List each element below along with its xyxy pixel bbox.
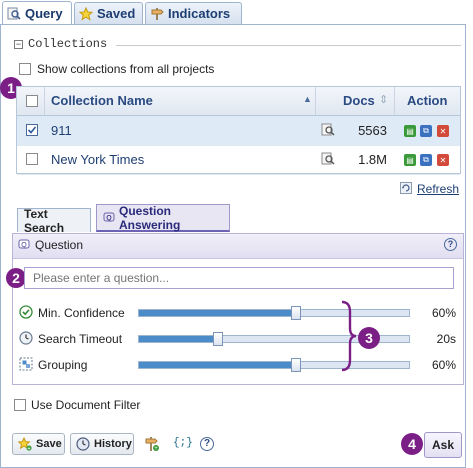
table-row[interactable]: 911 5563 ▤ ⧉ ✕ <box>17 116 460 146</box>
question-title: Question <box>35 238 84 252</box>
slider-fill <box>139 362 296 368</box>
tab-label: Indicators <box>168 6 231 21</box>
inspect-icon[interactable] <box>321 123 335 140</box>
collapse-icon[interactable]: − <box>14 40 23 49</box>
show-all-label: Show collections from all projects <box>37 62 215 76</box>
tab-text-search[interactable]: Text Search <box>17 207 91 235</box>
slider-value: 60% <box>431 358 456 372</box>
tab-indicators[interactable]: Indicators <box>145 2 242 24</box>
select-all-checkbox[interactable] <box>26 95 38 107</box>
ask-button[interactable]: Ask <box>424 432 462 458</box>
star-icon <box>79 6 93 21</box>
svg-text:+: + <box>28 446 31 451</box>
question-input[interactable] <box>24 267 454 289</box>
check-circle-icon <box>19 305 33 322</box>
column-header-docs[interactable]: Docs <box>343 93 375 108</box>
callout-badge-4: 4 <box>401 433 423 455</box>
open-icon[interactable]: ▤ <box>404 154 416 166</box>
tab-saved[interactable]: Saved <box>74 2 143 24</box>
signpost-icon <box>150 7 164 21</box>
min-confidence-slider[interactable] <box>138 306 410 320</box>
delete-icon[interactable]: ✕ <box>437 154 449 166</box>
section-divider <box>116 45 461 46</box>
save-label: Save <box>36 438 62 450</box>
copy-icon[interactable]: ⧉ <box>420 125 432 137</box>
save-button[interactable]: + Save <box>12 433 65 455</box>
collection-name: 911 <box>51 123 72 138</box>
tab-label: Query <box>25 6 63 21</box>
magnifier-icon <box>7 7 21 21</box>
star-add-icon: + <box>18 437 32 451</box>
row-checkbox[interactable] <box>26 153 38 165</box>
collection-name: New York Times <box>51 152 145 167</box>
column-header-action: Action <box>407 93 448 108</box>
doc-count: 5563 <box>358 123 387 138</box>
callout-brace <box>340 300 358 375</box>
add-indicator-icon[interactable]: + <box>144 436 160 455</box>
callout-badge-2: 2 <box>6 268 26 288</box>
slider-label: Search Timeout <box>38 332 123 346</box>
delete-icon[interactable]: ✕ <box>437 125 449 137</box>
slider-thumb[interactable] <box>213 332 223 346</box>
slider-fill <box>139 310 296 316</box>
grouping-icon <box>19 357 33 374</box>
svg-text:Q: Q <box>21 242 27 249</box>
slider-label: Min. Confidence <box>38 306 125 320</box>
slider-thumb[interactable] <box>291 358 301 372</box>
tab-label: Saved <box>97 6 136 21</box>
tab-label: Question Answering <box>119 203 181 232</box>
callout-badge-3: 3 <box>358 327 380 349</box>
column-header-name[interactable]: Collection Name <box>51 93 153 108</box>
collections-section-title: Collections <box>28 37 108 51</box>
question-bubble-icon: Q <box>103 212 115 224</box>
clock-icon <box>19 331 33 348</box>
history-button[interactable]: History <box>70 433 134 455</box>
table-header: Collection Name ▲ Docs ⇕ Action <box>17 87 460 116</box>
inspect-icon[interactable] <box>321 152 335 169</box>
show-all-checkbox[interactable] <box>19 63 31 75</box>
slider-fill <box>139 336 218 342</box>
collections-table: Collection Name ▲ Docs ⇕ Action 911 5563… <box>16 86 461 175</box>
help-icon[interactable]: ? <box>444 238 457 251</box>
help-icon[interactable]: ? <box>200 437 214 451</box>
history-label: History <box>94 438 132 450</box>
open-icon[interactable]: ▤ <box>404 125 416 137</box>
tab-question-answering[interactable]: Q Question Answering <box>96 204 230 232</box>
tab-query[interactable]: Query <box>2 1 72 25</box>
slider-thumb[interactable] <box>291 306 301 320</box>
history-icon <box>76 437 90 451</box>
json-icon[interactable]: {;} <box>173 437 193 449</box>
document-filter-label: Use Document Filter <box>31 398 141 412</box>
doc-count: 1.8M <box>358 152 387 167</box>
refresh-icon[interactable] <box>400 182 412 197</box>
sort-ascending-icon: ▲ <box>303 94 312 104</box>
slider-value: 20s <box>436 332 456 346</box>
ask-label: Ask <box>431 438 454 452</box>
refresh-link[interactable]: Refresh <box>417 182 459 196</box>
question-panel-header: Q Question ? <box>13 234 463 259</box>
svg-text:Q: Q <box>106 215 112 222</box>
table-row[interactable]: New York Times 1.8M ▤ ⧉ ✕ <box>17 145 460 175</box>
row-checkbox[interactable] <box>26 124 38 136</box>
slider-value: 60% <box>431 306 456 320</box>
document-filter-checkbox[interactable] <box>14 399 26 411</box>
copy-icon[interactable]: ⧉ <box>420 154 432 166</box>
svg-text:+: + <box>154 446 158 452</box>
grouping-slider[interactable] <box>138 358 410 372</box>
question-bubble-icon: Q <box>18 239 30 254</box>
sort-icon: ⇕ <box>379 94 389 106</box>
slider-label: Grouping <box>38 358 88 372</box>
